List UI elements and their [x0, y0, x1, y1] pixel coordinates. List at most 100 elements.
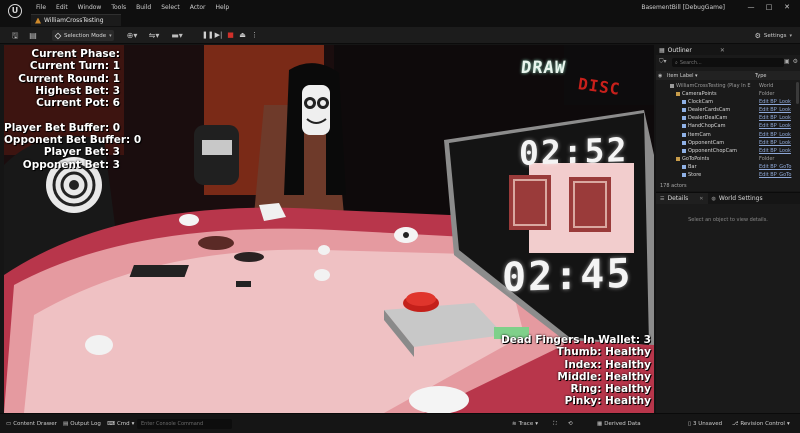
hud-opponent-bet-buffer: Opponent Bet Buffer: 0: [4, 134, 142, 147]
unsaved-button[interactable]: ▯ 3 Unsaved: [688, 419, 722, 429]
outliner-row[interactable]: ItemCam Edit BP_Look: [656, 131, 800, 139]
outliner-row[interactable]: CameraPoints Folder: [656, 90, 800, 98]
content-drawer-label: Content Drawer: [13, 421, 57, 427]
hierarchy-icon[interactable]: ⛶: [553, 419, 557, 429]
hud-middle-status: Middle: Healthy: [557, 370, 651, 383]
settings-label: Settings: [763, 32, 787, 39]
derived-data-label: Derived Data: [604, 421, 641, 427]
outliner-row[interactable]: Bar Edit BP_GoTo: [656, 163, 800, 171]
add-actor-icon[interactable]: ⊕▾: [124, 30, 140, 41]
hud-highest-bet: Highest Bet: 3: [35, 84, 120, 97]
chevron-down-icon: ▾: [131, 421, 135, 427]
sync-icon[interactable]: ⟲: [568, 419, 573, 429]
settings-button[interactable]: ⚙ Settings ▾: [755, 30, 792, 41]
outliner-row[interactable]: DealerCardsCam Edit BP_Look: [656, 106, 800, 114]
edit-blueprint-link[interactable]: Edit BP_Look: [759, 122, 791, 130]
window-controls: — □ ✕: [742, 1, 796, 13]
menu-window[interactable]: Window: [73, 3, 107, 13]
revision-control-button[interactable]: ⎇ Revision Control ▾: [732, 419, 790, 429]
level-tab[interactable]: WilliamCrossTesting: [31, 14, 121, 26]
unreal-logo-icon[interactable]: U: [8, 4, 22, 18]
tab-world-settings[interactable]: ◍ World Settings: [708, 193, 767, 204]
outliner-row[interactable]: WilliamCrossTesting (Play In E World: [656, 82, 800, 90]
cinematics-icon[interactable]: ▬▾: [169, 30, 185, 41]
edit-blueprint-link[interactable]: Edit BP_Look: [759, 147, 791, 155]
outliner-row[interactable]: GoToPoints Folder: [656, 155, 800, 163]
main-toolbar: 🖫 ▤ Selection Mode ▾ ⊕▾ ⇋▾ ▬▾ ❚❚ ▶| ■ ⏏ …: [0, 27, 800, 44]
database-icon: ▦: [597, 421, 603, 427]
outliner-column-header: ◉ Item Label ▾ Type: [656, 71, 800, 80]
pause-button[interactable]: ❚❚: [202, 30, 214, 41]
close-window-button[interactable]: ✕: [778, 1, 796, 13]
chevron-down-icon: ▾: [109, 32, 112, 39]
outliner-scrollbar[interactable]: [796, 82, 799, 104]
edit-blueprint-link[interactable]: Edit BP_Look: [759, 131, 791, 139]
hud-dead-fingers: Dead Fingers In Wallet: 3: [501, 334, 651, 346]
menu-select[interactable]: Select: [156, 3, 185, 13]
outliner-row-type: World: [759, 83, 774, 89]
edit-blueprint-link[interactable]: Edit BP_Look: [759, 106, 791, 114]
close-icon[interactable]: ✕: [699, 196, 703, 202]
outliner-row-type: Folder: [759, 91, 775, 98]
outliner-search-input[interactable]: ⌕ Search...: [672, 58, 784, 67]
outliner-row[interactable]: HandChopCam Edit BP_Look: [656, 122, 800, 130]
outliner-row[interactable]: OpponentChopCam Edit BP_Look: [656, 147, 800, 155]
output-log-button[interactable]: ▤ Output Log: [63, 419, 101, 429]
hud-index-status: Index: Healthy: [564, 358, 651, 371]
menu-file[interactable]: File: [31, 3, 51, 13]
edit-blueprint-link[interactable]: Edit BP_GoTo: [759, 163, 791, 171]
globe-icon: ◍: [711, 195, 716, 202]
close-icon[interactable]: ✕: [720, 47, 725, 54]
outliner-row[interactable]: DealerDealCam Edit BP_Look: [656, 114, 800, 122]
edit-blueprint-link[interactable]: Edit BP_GoTo: [759, 171, 791, 179]
content-icon[interactable]: ▤: [28, 30, 38, 41]
tab-details[interactable]: ☰ Details ✕: [656, 193, 708, 204]
add-folder-icon[interactable]: ▣: [784, 58, 790, 65]
eject-button[interactable]: ⏏: [238, 30, 247, 41]
search-icon: ⌕: [675, 59, 678, 66]
save-icon[interactable]: 🖫: [10, 30, 20, 41]
outliner-row[interactable]: ClockCam Edit BP_Look: [656, 98, 800, 106]
details-empty-message: Select an object to view details.: [688, 217, 768, 223]
maximize-button[interactable]: □: [760, 1, 778, 13]
outliner-row[interactable]: Store Edit BP_GoTo: [656, 171, 800, 179]
outliner-row[interactable]: OpponentCam Edit BP_Look: [656, 139, 800, 147]
actor-icon: [682, 132, 686, 137]
visibility-eye-icon[interactable]: ◉: [658, 73, 662, 79]
cmd-dropdown[interactable]: ⌨ Cmd ▾: [107, 419, 134, 429]
outliner-row-label: WilliamCrossTesting (Play In E: [676, 83, 751, 89]
file-icon: ▯: [688, 421, 692, 427]
edit-blueprint-link[interactable]: Edit BP_Look: [759, 98, 791, 106]
menu-help[interactable]: Help: [211, 3, 235, 13]
menu-actor[interactable]: Actor: [185, 3, 211, 13]
terminal-icon: ⌨: [107, 421, 115, 427]
details-icon: ☰: [660, 195, 665, 202]
edit-blueprint-link[interactable]: Edit BP_Look: [759, 139, 791, 147]
stop-button[interactable]: ■: [226, 30, 235, 41]
item-label-column[interactable]: Item Label ▾: [667, 73, 698, 79]
menu-edit[interactable]: Edit: [51, 3, 73, 13]
filter-icon[interactable]: ⛉▾: [659, 58, 667, 66]
outliner-icon: ▦: [659, 46, 665, 54]
outliner-tab[interactable]: ▦ Outliner ✕: [656, 45, 800, 55]
menu-build[interactable]: Build: [131, 3, 156, 13]
edit-blueprint-link[interactable]: Edit BP_Look: [759, 114, 791, 122]
type-column[interactable]: Type: [755, 73, 766, 79]
hud-spacer: [4, 109, 120, 121]
folder-icon: [676, 156, 680, 161]
level-viewport[interactable]: DRAW DISC 02:52 02:45 Current Phase: Cur…: [4, 45, 654, 413]
trace-button[interactable]: ≋ Trace ▾: [512, 419, 538, 429]
hud-pinky-status: Pinky: Healthy: [564, 395, 651, 408]
menu-tools[interactable]: Tools: [106, 3, 131, 13]
console-command-input[interactable]: Enter Console Command: [137, 419, 232, 429]
content-drawer-button[interactable]: ▭ Content Drawer: [6, 419, 57, 429]
minimize-button[interactable]: —: [742, 1, 760, 13]
hud-current-turn: Current Turn: 1: [29, 60, 120, 73]
actor-icon: [682, 124, 686, 129]
frame-skip-button[interactable]: ▶|: [214, 30, 223, 41]
derived-data-button[interactable]: ▦ Derived Data: [597, 419, 641, 429]
play-options-icon[interactable]: ⋮: [250, 30, 259, 41]
gear-icon[interactable]: ⚙: [793, 58, 798, 65]
blueprint-icon[interactable]: ⇋▾: [146, 30, 162, 41]
selection-mode-dropdown[interactable]: Selection Mode ▾: [52, 30, 114, 41]
